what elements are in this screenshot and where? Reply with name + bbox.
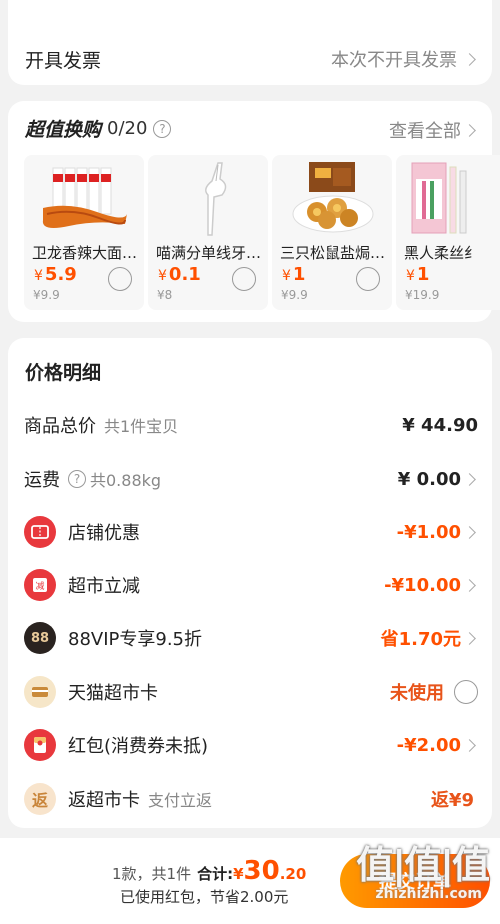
row-value: 省1.70元 [380,629,461,650]
row-value-wrap: -¥10.00 [384,575,478,596]
deals-card: 超值换购 0/20 ? 查看全部 卫龙香辣大面… ¥ 5.9 ¥9.9 喵满分单… [8,101,500,322]
product-card[interactable]: 卫龙香辣大面… ¥5.9 ¥9.9 [24,155,144,310]
chevron-right-icon [463,631,476,645]
saved-text: 已使用红包，节省2.00元 [120,888,289,906]
order-summary: 1款，共1件 合计: ¥ 30 .20 [112,856,306,886]
product-price: ¥0.1 [158,264,201,285]
product-card[interactable]: 喵满分单线牙… ¥0.1 ¥8 [148,155,268,310]
item-count: 1款，共1件 [112,865,192,883]
use-card-radio[interactable] [454,680,478,704]
product-list: 卫龙香辣大面… ¥5.9 ¥9.9 喵满分单线牙… ¥0.1 ¥8 三只松鼠盐焗… [24,155,500,310]
row-label: 返超市卡 [68,790,140,811]
product-image-toothbrush [406,159,500,237]
invoice-card[interactable]: 开具发票 本次不开具发票 [8,0,492,85]
row-label: 红包(消费券未抵) [68,736,209,757]
product-card[interactable]: 三只松鼠盐焗… ¥1 ¥9.9 [272,155,392,310]
product-name: 三只松鼠盐焗… [280,244,386,262]
deals-header: 超值换购 0/20 ? [25,115,172,142]
total-integer: 30 [243,856,280,886]
price-details-card: 价格明细 商品总价 共1件宝贝 ¥ 44.90 运费 ? 共0.88kg ¥ 0… [8,338,492,828]
row-sub: 共1件宝贝 [104,417,179,436]
red-packet-icon [24,729,56,761]
row-shipping[interactable]: 运费 ? 共0.88kg ¥ 0.00 [24,462,478,496]
vip-88-icon: 88 [24,622,56,654]
row-value-wrap: 未使用 [390,679,478,705]
card-icon [24,676,56,708]
product-original-price: ¥9.9 [33,288,60,302]
row-label: 天猫超市卡 [68,683,158,704]
row-sub: 支付立返 [148,791,213,810]
invoice-value-text: 本次不开具发票 [331,50,457,71]
product-price: ¥1 [406,264,430,285]
select-radio[interactable] [232,267,256,291]
cashback-icon-text: 返 [31,791,48,810]
row-value: -¥1.00 [396,521,461,543]
watermark-logo: 值|值|值 [356,843,490,887]
row-label: 超市立减 [68,576,140,597]
chevron-right-icon [463,738,476,752]
view-all-label: 查看全部 [389,121,461,142]
reduction-icon: 减 [24,569,56,601]
cashback-icon: 返 [24,783,56,815]
help-icon[interactable]: ? [68,470,86,488]
product-original-price: ¥19.9 [405,288,440,302]
deals-count: 0/20 [107,118,148,139]
product-name: 黑人柔丝纟 [404,244,480,262]
chevron-right-icon [463,578,476,592]
row-label: 88VIP专享9.5折 [68,629,203,650]
row-value: 返¥9 [430,790,474,811]
product-price: ¥5.9 [34,264,77,285]
row-value-wrap: -¥2.00 [397,735,478,756]
total-currency: ¥ [233,865,244,883]
product-original-price: ¥9.9 [281,288,308,302]
help-icon[interactable]: ? [153,119,172,138]
invoice-value[interactable]: 本次不开具发票 [331,46,478,72]
product-name: 喵满分单线牙… [156,244,262,262]
invoice-label: 开具发票 [25,50,102,72]
row-label: 运费 [24,470,60,491]
deals-title: 超值换购 [25,119,102,141]
row-goods-total: 商品总价 共1件宝贝 ¥ 44.90 [24,408,478,442]
row-value: -¥2.00 [396,734,461,756]
product-image-salted-eggs [282,159,382,237]
row-red-packet[interactable]: 红包(消费券未抵) -¥2.00 [24,728,478,762]
product-original-price: ¥8 [157,288,173,302]
chevron-right-icon [463,472,476,486]
row-88vip[interactable]: 88 88VIP专享9.5折 省1.70元 [24,621,478,655]
view-all-link[interactable]: 查看全部 [389,117,478,143]
row-value: ¥ 0.00 [397,468,461,490]
vip-icon-text: 88 [30,630,50,646]
select-radio[interactable] [356,267,380,291]
row-tmall-card[interactable]: 天猫超市卡 未使用 [24,675,478,709]
product-card[interactable]: 黑人柔丝纟 ¥1 ¥19.9 [396,155,500,310]
chevron-right-icon [463,52,476,66]
row-cashback: 返 返超市卡 支付立返 返¥9 [24,782,478,816]
row-value-wrap: 省1.70元 [381,625,478,651]
chevron-right-icon [463,123,476,137]
row-store-discount[interactable]: 店铺优惠 -¥1.00 [24,515,478,549]
row-value: 未使用 [390,683,444,704]
chevron-right-icon [463,525,476,539]
row-sub-text: 共0.88kg [90,471,162,490]
svg-text:减: 减 [35,580,44,592]
product-image-spicy-strips [34,159,134,237]
price-details-title: 价格明细 [25,362,102,384]
ticket-icon [24,516,56,548]
row-value-wrap: ¥ 0.00 [398,469,478,490]
row-value: -¥10.00 [384,574,461,596]
row-label: 店铺优惠 [68,523,140,544]
product-price: ¥1 [282,264,306,285]
total-decimal: .20 [279,865,307,883]
row-value: ¥ 44.90 [402,414,478,436]
product-name: 卫龙香辣大面… [32,244,138,262]
select-radio[interactable] [108,267,132,291]
total-label: 合计: [197,865,234,883]
row-sub: ? 共0.88kg [68,467,161,491]
row-label: 商品总价 [24,416,96,437]
row-supermarket-reduction[interactable]: 减 超市立减 -¥10.00 [24,568,478,602]
row-value-wrap: -¥1.00 [397,522,478,543]
product-image-dental-floss [158,159,258,237]
